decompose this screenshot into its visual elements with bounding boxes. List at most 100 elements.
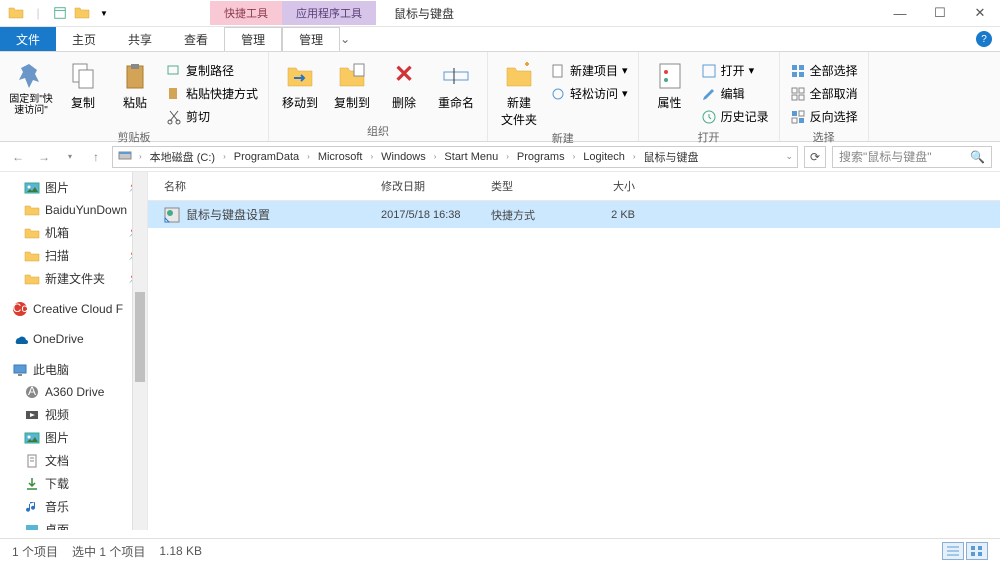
new-folder-icon[interactable] xyxy=(72,3,92,23)
open-group-label: 打开 xyxy=(647,127,771,145)
content-area: 图片📌BaiduYunDown📌机箱📌扫描📌新建文件夹📌 CcCreative C… xyxy=(0,172,1000,530)
recent-dropdown[interactable]: ▾ xyxy=(60,147,80,167)
sidebar-item-label: 下载 xyxy=(45,475,69,492)
refresh-button[interactable]: ⟳ xyxy=(804,146,826,168)
app-tools-header[interactable]: 应用程序工具 xyxy=(282,1,376,25)
sidebar-item-16[interactable]: 音乐 xyxy=(0,495,147,518)
breadcrumb-dropdown[interactable]: ⌄ xyxy=(785,151,793,162)
sidebar-item-label: 机箱 xyxy=(45,224,69,241)
sidebar-item-14[interactable]: 文档 xyxy=(0,449,147,472)
sidebar-item-0[interactable]: 图片📌 xyxy=(0,176,147,199)
properties-button[interactable]: 属性 xyxy=(647,56,693,127)
ribbon-group-select: 全部选择 全部取消 反向选择 选择 xyxy=(780,52,869,141)
help-icon[interactable]: ? xyxy=(976,31,992,47)
sidebar-item-15[interactable]: 下载 xyxy=(0,472,147,495)
paste-shortcut-button[interactable]: 粘贴快捷方式 xyxy=(164,83,260,104)
search-input[interactable]: 搜索"鼠标与键盘" 🔍 xyxy=(832,146,992,168)
column-size[interactable]: 大小 xyxy=(583,176,643,196)
navigation-pane[interactable]: 图片📌BaiduYunDown📌机箱📌扫描📌新建文件夹📌 CcCreative C… xyxy=(0,172,148,530)
ribbon-tabs: 文件 主页 共享 查看 管理 管理 ⌄ ? xyxy=(0,27,1000,52)
crumb-7[interactable]: 鼠标与键盘 xyxy=(642,149,701,165)
history-icon xyxy=(701,109,717,125)
shortcut-tools-header[interactable]: 快捷工具 xyxy=(210,1,282,25)
crumb-0[interactable]: 本地磁盘 (C:) xyxy=(148,149,217,165)
crumb-5[interactable]: Programs xyxy=(515,151,567,163)
collapse-ribbon-icon[interactable]: ⌄ xyxy=(340,32,350,46)
delete-button[interactable]: ✕删除 xyxy=(381,56,427,121)
copy-path-button[interactable]: 复制路径 xyxy=(164,60,260,81)
easyaccess-button[interactable]: 轻松访问 ▾ xyxy=(548,83,630,104)
moveto-button[interactable]: 移动到 xyxy=(277,56,323,121)
sidebar-item-4[interactable]: 新建文件夹📌 xyxy=(0,267,147,290)
maximize-button[interactable]: ☐ xyxy=(920,0,960,27)
folder-icon xyxy=(24,202,40,218)
selectnone-icon xyxy=(790,86,806,102)
copyto-button[interactable]: 复制到 xyxy=(329,56,375,121)
sidebar-item-17[interactable]: 桌面 xyxy=(0,518,147,530)
folder-icon[interactable] xyxy=(6,3,26,23)
sidebar-item-label: 此电脑 xyxy=(33,361,69,378)
tab-view[interactable]: 查看 xyxy=(168,27,224,51)
sidebar-item-8[interactable]: OneDrive xyxy=(0,328,147,350)
edit-button[interactable]: 编辑 xyxy=(699,83,771,104)
forward-button[interactable]: → xyxy=(34,147,54,167)
breadcrumb[interactable]: › 本地磁盘 (C:)› ProgramData› Microsoft› Win… xyxy=(112,146,798,168)
file-list-pane[interactable]: 名称 修改日期 类型 大小 鼠标与键盘设置 2017/5/18 16:38 快捷… xyxy=(148,172,1000,530)
icons-view-button[interactable] xyxy=(966,542,988,560)
selectall-button[interactable]: 全部选择 xyxy=(788,60,860,81)
column-type[interactable]: 类型 xyxy=(483,176,583,196)
sidebar-item-6[interactable]: CcCreative Cloud F xyxy=(0,298,147,320)
up-button[interactable]: ↑ xyxy=(86,147,106,167)
rename-button[interactable]: 重命名 xyxy=(433,56,479,121)
ribbon-group-new: 新建 文件夹 新建项目 ▾ 轻松访问 ▾ 新建 xyxy=(488,52,639,141)
sidebar-item-1[interactable]: BaiduYunDown📌 xyxy=(0,199,147,221)
minimize-button[interactable]: — xyxy=(880,0,920,27)
tab-manage-shortcut[interactable]: 管理 xyxy=(224,27,282,51)
pin-quick-access-button[interactable]: 固定到"快速访问" xyxy=(8,56,54,127)
downloads-icon xyxy=(24,476,40,492)
cut-button[interactable]: 剪切 xyxy=(164,106,260,127)
sidebar-item-2[interactable]: 机箱📌 xyxy=(0,221,147,244)
documents-icon xyxy=(24,453,40,469)
crumb-6[interactable]: Logitech xyxy=(581,151,627,163)
newitem-button[interactable]: 新建项目 ▾ xyxy=(548,60,630,81)
copy-button[interactable]: 复制 xyxy=(60,56,106,127)
chevron-right-icon[interactable]: › xyxy=(135,152,146,161)
invertselect-button[interactable]: 反向选择 xyxy=(788,106,860,127)
sidebar-item-10[interactable]: 此电脑 xyxy=(0,358,147,381)
column-headers: 名称 修改日期 类型 大小 xyxy=(148,172,1000,201)
crumb-1[interactable]: ProgramData xyxy=(232,151,301,163)
column-name[interactable]: 名称 xyxy=(148,176,373,196)
crumb-3[interactable]: Windows xyxy=(379,151,428,163)
sidebar-item-11[interactable]: AA360 Drive xyxy=(0,381,147,403)
file-row[interactable]: 鼠标与键盘设置 2017/5/18 16:38 快捷方式 2 KB xyxy=(148,201,1000,228)
tab-file[interactable]: 文件 xyxy=(0,27,56,51)
sidebar-item-3[interactable]: 扫描📌 xyxy=(0,244,147,267)
crumb-4[interactable]: Start Menu xyxy=(442,151,500,163)
sidebar-item-12[interactable]: 视频 xyxy=(0,403,147,426)
crumb-2[interactable]: Microsoft xyxy=(316,151,365,163)
sidebar-item-13[interactable]: 图片 xyxy=(0,426,147,449)
selectnone-button[interactable]: 全部取消 xyxy=(788,83,860,104)
tab-share[interactable]: 共享 xyxy=(112,27,168,51)
tab-home[interactable]: 主页 xyxy=(56,27,112,51)
properties-icon[interactable] xyxy=(50,3,70,23)
newfolder-button[interactable]: 新建 文件夹 xyxy=(496,56,542,128)
qat-dropdown-icon[interactable]: ▼ xyxy=(94,3,114,23)
back-button[interactable]: ← xyxy=(8,147,28,167)
details-view-button[interactable] xyxy=(942,542,964,560)
sidebar-scrollbar[interactable] xyxy=(132,172,147,530)
cc-icon: Cc xyxy=(12,301,28,317)
search-icon: 🔍 xyxy=(970,150,985,164)
ribbon-group-organize: 移动到 复制到 ✕删除 重命名 组织 xyxy=(269,52,488,141)
paste-button[interactable]: 粘贴 xyxy=(112,56,158,127)
tab-manage-app[interactable]: 管理 xyxy=(282,27,340,51)
column-date[interactable]: 修改日期 xyxy=(373,176,483,196)
ribbon-group-clipboard: 固定到"快速访问" 复制 粘贴 复制路径 粘贴快捷方式 剪切 剪贴板 xyxy=(0,52,269,141)
history-button[interactable]: 历史记录 xyxy=(699,106,771,127)
selected-count: 选中 1 个项目 xyxy=(72,543,145,560)
close-button[interactable]: ✕ xyxy=(960,0,1000,27)
a360-icon: A xyxy=(24,384,40,400)
organize-group-label: 组织 xyxy=(277,121,479,139)
open-button[interactable]: 打开 ▾ xyxy=(699,60,771,81)
